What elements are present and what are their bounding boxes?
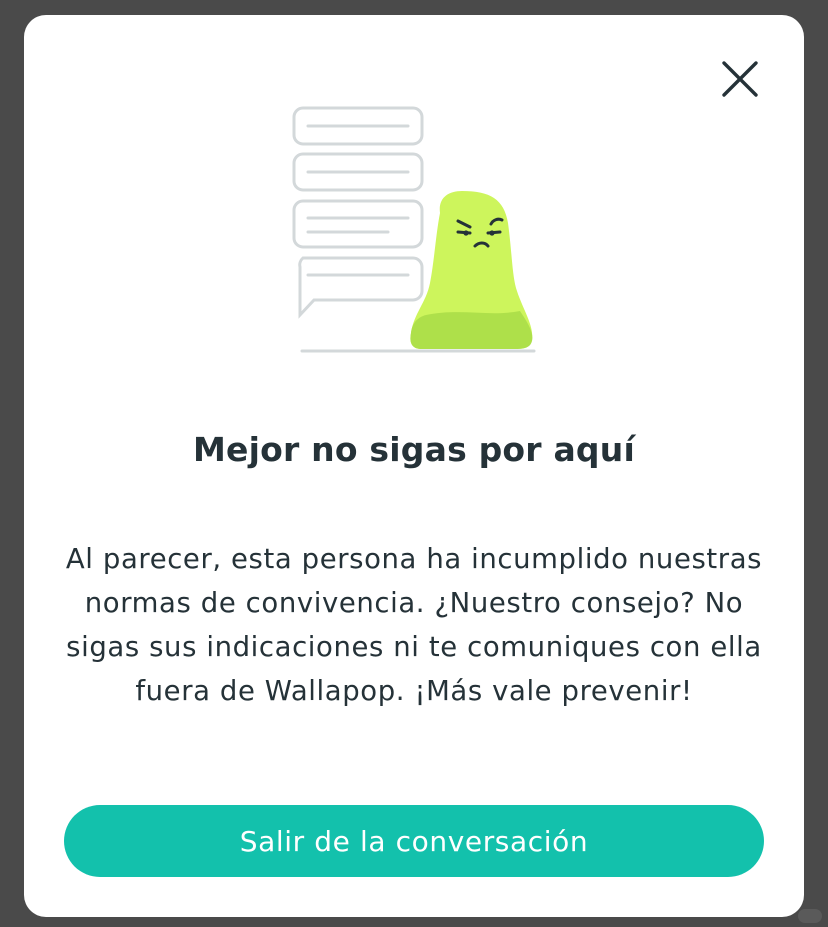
dialog-message: Al parecer, esta persona ha incumplido n… (65, 543, 763, 707)
dialog-title: Mejor no sigas por aquí (193, 430, 635, 469)
leave-conversation-button[interactable]: Salir de la conversación (64, 805, 764, 877)
warning-dialog: Mejor no sigas por aquí Al parecer, esta… (24, 15, 804, 917)
angry-chat-character-illustration (292, 106, 536, 353)
corner-indicator (798, 909, 822, 923)
close-button[interactable] (714, 53, 766, 105)
close-icon (722, 61, 758, 97)
